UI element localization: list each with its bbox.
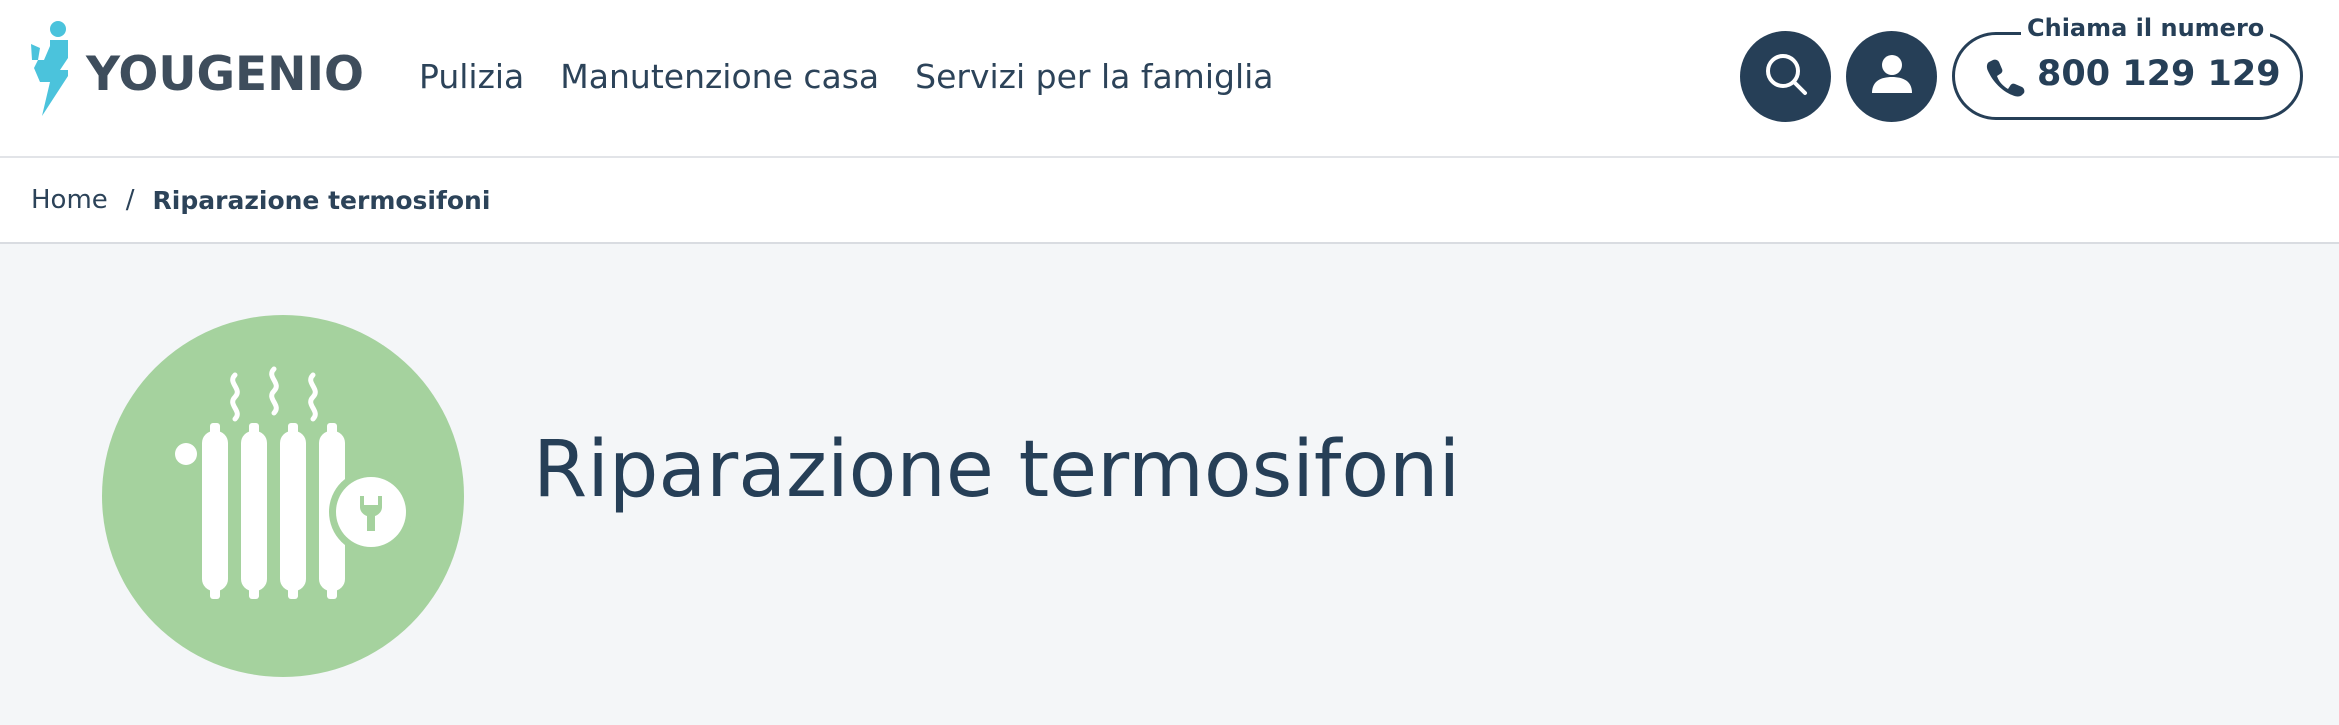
phone-number: 800 129 129 <box>2037 54 2281 94</box>
breadcrumb-current: Riparazione termosifoni <box>152 185 491 215</box>
radiator-repair-icon <box>102 315 464 677</box>
nav-item-manutenzione-casa[interactable]: Manutenzione casa <box>560 50 879 104</box>
breadcrumb-separator: / <box>125 185 135 215</box>
breadcrumb-home-link[interactable]: Home <box>31 185 108 215</box>
user-account-button[interactable] <box>1846 31 1937 122</box>
brand-name: YOUGENIO <box>86 46 364 102</box>
phone-label: Chiama il numero <box>2021 15 2271 41</box>
hero-section: Riparazione termosifoni <box>0 244 2339 725</box>
page-title: Riparazione termosifoni <box>533 425 1461 515</box>
phone-icon <box>1985 57 2025 97</box>
search-button[interactable] <box>1740 31 1831 122</box>
nav-item-pulizia[interactable]: Pulizia <box>419 50 524 104</box>
user-icon <box>1869 51 1915 102</box>
breadcrumb: Home / Riparazione termosifoni <box>0 158 2339 244</box>
site-header: YOUGENIO Pulizia Manutenzione casa Servi… <box>0 0 2339 158</box>
brand-logo[interactable]: YOUGENIO <box>28 20 364 129</box>
yougenio-genie-logo-icon <box>28 20 86 129</box>
nav-item-servizi-famiglia[interactable]: Servizi per la famiglia <box>915 50 1273 104</box>
call-phone-button[interactable]: Chiama il numero 800 129 129 <box>1952 15 2303 120</box>
search-icon <box>1762 50 1810 103</box>
main-nav: Pulizia Manutenzione casa Servizi per la… <box>419 50 1274 104</box>
